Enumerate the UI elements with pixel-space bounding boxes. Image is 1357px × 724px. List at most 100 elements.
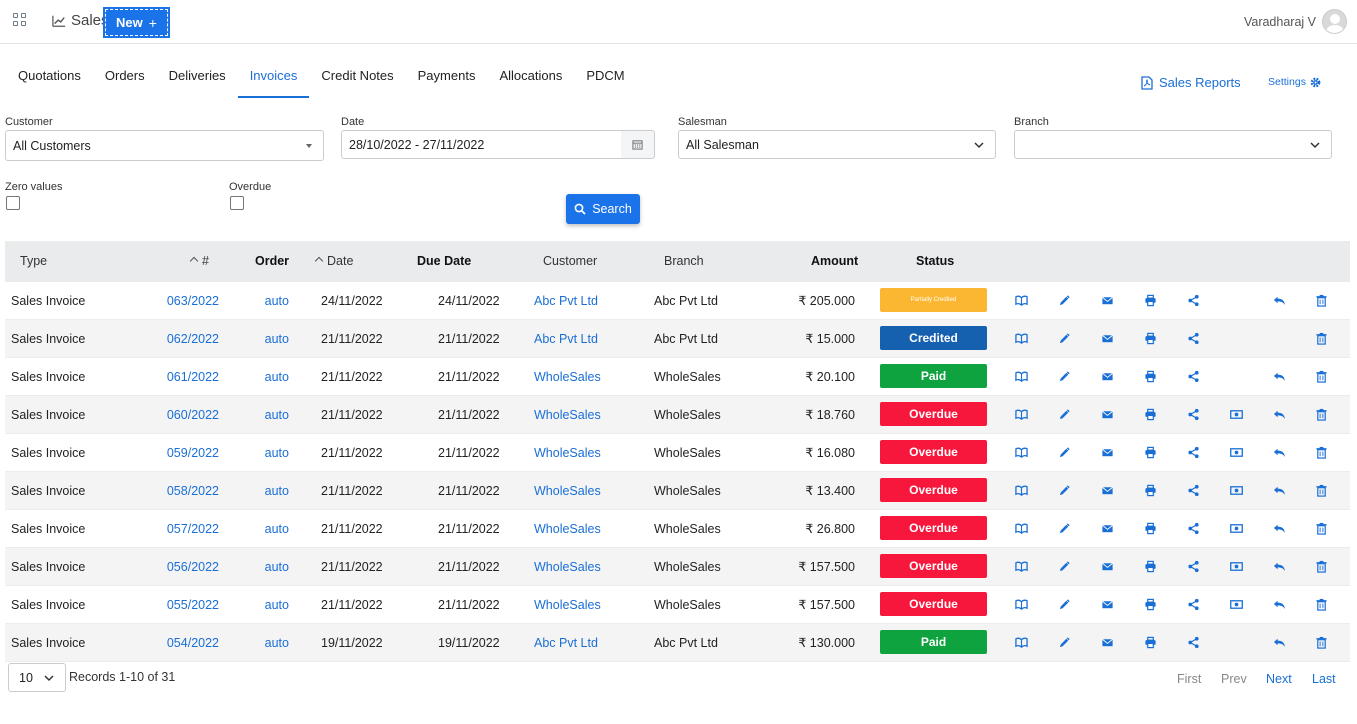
customer-link[interactable]: Abc Pvt Ltd: [534, 282, 598, 320]
print-icon[interactable]: [1144, 294, 1157, 307]
view-icon[interactable]: [1015, 332, 1028, 345]
view-icon[interactable]: [1015, 522, 1028, 535]
share-icon[interactable]: [1187, 598, 1200, 611]
tab-deliveries[interactable]: Deliveries: [157, 58, 238, 98]
table-row[interactable]: Sales Invoice 061/2022 auto 21/11/2022 21/11…: [5, 358, 1350, 396]
apps-grid-icon[interactable]: [13, 13, 26, 26]
delete-icon[interactable]: [1315, 332, 1328, 345]
order-link[interactable]: auto: [265, 396, 289, 434]
tab-pdcm[interactable]: PDCM: [574, 58, 636, 98]
customer-link[interactable]: WholeSales: [534, 472, 601, 510]
share-icon[interactable]: [1187, 446, 1200, 459]
share-icon[interactable]: [1187, 408, 1200, 421]
settings-link[interactable]: Settings: [1268, 76, 1321, 88]
print-icon[interactable]: [1144, 484, 1157, 497]
reverse-icon[interactable]: [1273, 598, 1286, 611]
share-icon[interactable]: [1187, 522, 1200, 535]
order-link[interactable]: auto: [265, 510, 289, 548]
customer-link[interactable]: WholeSales: [534, 548, 601, 586]
payment-icon[interactable]: [1230, 446, 1243, 459]
share-icon[interactable]: [1187, 484, 1200, 497]
table-row[interactable]: Sales Invoice 059/2022 auto 21/11/2022 21/11…: [5, 434, 1350, 472]
invoice-number-link[interactable]: 057/2022: [167, 510, 219, 548]
order-link[interactable]: auto: [265, 586, 289, 624]
table-row[interactable]: Sales Invoice 055/2022 auto 21/11/2022 21/11…: [5, 586, 1350, 624]
header-amount[interactable]: Amount: [811, 241, 858, 282]
customer-link[interactable]: Abc Pvt Ltd: [534, 624, 598, 662]
header-date[interactable]: Date: [314, 241, 353, 282]
reverse-icon[interactable]: [1273, 408, 1286, 421]
payment-icon[interactable]: [1230, 598, 1243, 611]
order-link[interactable]: auto: [265, 624, 289, 662]
tab-invoices[interactable]: Invoices: [237, 58, 310, 98]
salesman-select[interactable]: All Salesman: [678, 130, 996, 159]
app-brand[interactable]: Sales: [52, 12, 109, 29]
tab-credit-notes[interactable]: Credit Notes: [309, 58, 405, 98]
delete-icon[interactable]: [1315, 446, 1328, 459]
print-icon[interactable]: [1144, 636, 1157, 649]
payment-icon[interactable]: [1230, 484, 1243, 497]
invoice-number-link[interactable]: 061/2022: [167, 358, 219, 396]
header-branch[interactable]: Branch: [664, 241, 704, 282]
edit-icon[interactable]: [1058, 560, 1071, 573]
invoice-number-link[interactable]: 056/2022: [167, 548, 219, 586]
table-row[interactable]: Sales Invoice 057/2022 auto 21/11/2022 21/11…: [5, 510, 1350, 548]
customer-select[interactable]: All Customers: [5, 130, 324, 161]
reverse-icon[interactable]: [1273, 636, 1286, 649]
header-status[interactable]: Status: [916, 241, 954, 282]
invoice-number-link[interactable]: 054/2022: [167, 624, 219, 662]
print-icon[interactable]: [1144, 560, 1157, 573]
view-icon[interactable]: [1015, 294, 1028, 307]
edit-icon[interactable]: [1058, 636, 1071, 649]
edit-icon[interactable]: [1058, 446, 1071, 459]
view-icon[interactable]: [1015, 560, 1028, 573]
table-row[interactable]: Sales Invoice 062/2022 auto 21/11/2022 21/11…: [5, 320, 1350, 358]
edit-icon[interactable]: [1058, 484, 1071, 497]
edit-icon[interactable]: [1058, 522, 1071, 535]
print-icon[interactable]: [1144, 598, 1157, 611]
invoice-number-link[interactable]: 063/2022: [167, 282, 219, 320]
search-button[interactable]: Search: [566, 194, 640, 224]
customer-link[interactable]: WholeSales: [534, 510, 601, 548]
order-link[interactable]: auto: [265, 434, 289, 472]
new-button[interactable]: New +: [103, 7, 170, 38]
order-link[interactable]: auto: [265, 320, 289, 358]
view-icon[interactable]: [1015, 484, 1028, 497]
header-order[interactable]: Order: [255, 241, 289, 282]
email-icon[interactable]: [1101, 636, 1114, 649]
sales-reports-link[interactable]: Sales Reports: [1141, 75, 1241, 90]
customer-link[interactable]: WholeSales: [534, 586, 601, 624]
invoice-number-link[interactable]: 062/2022: [167, 320, 219, 358]
prev-page-link[interactable]: Prev: [1221, 672, 1247, 686]
customer-link[interactable]: Abc Pvt Ltd: [534, 320, 598, 358]
date-range-input[interactable]: 28/10/2022 - 27/11/2022: [341, 130, 622, 159]
edit-icon[interactable]: [1058, 294, 1071, 307]
edit-icon[interactable]: [1058, 332, 1071, 345]
email-icon[interactable]: [1101, 598, 1114, 611]
edit-icon[interactable]: [1058, 408, 1071, 421]
header-due-date[interactable]: Due Date: [417, 241, 471, 282]
delete-icon[interactable]: [1315, 294, 1328, 307]
order-link[interactable]: auto: [265, 282, 289, 320]
delete-icon[interactable]: [1315, 408, 1328, 421]
email-icon[interactable]: [1101, 408, 1114, 421]
reverse-icon[interactable]: [1273, 560, 1286, 573]
invoice-number-link[interactable]: 059/2022: [167, 434, 219, 472]
branch-select[interactable]: [1014, 130, 1332, 159]
table-row[interactable]: Sales Invoice 056/2022 auto 21/11/2022 21/11…: [5, 548, 1350, 586]
zero-values-checkbox[interactable]: [6, 196, 20, 210]
calendar-button[interactable]: [621, 130, 655, 159]
payment-icon[interactable]: [1230, 560, 1243, 573]
view-icon[interactable]: [1015, 446, 1028, 459]
delete-icon[interactable]: [1315, 560, 1328, 573]
tab-quotations[interactable]: Quotations: [6, 58, 93, 98]
share-icon[interactable]: [1187, 370, 1200, 383]
payment-icon[interactable]: [1230, 408, 1243, 421]
tab-payments[interactable]: Payments: [406, 58, 488, 98]
email-icon[interactable]: [1101, 560, 1114, 573]
share-icon[interactable]: [1187, 332, 1200, 345]
tab-orders[interactable]: Orders: [93, 58, 157, 98]
email-icon[interactable]: [1101, 332, 1114, 345]
share-icon[interactable]: [1187, 636, 1200, 649]
delete-icon[interactable]: [1315, 598, 1328, 611]
